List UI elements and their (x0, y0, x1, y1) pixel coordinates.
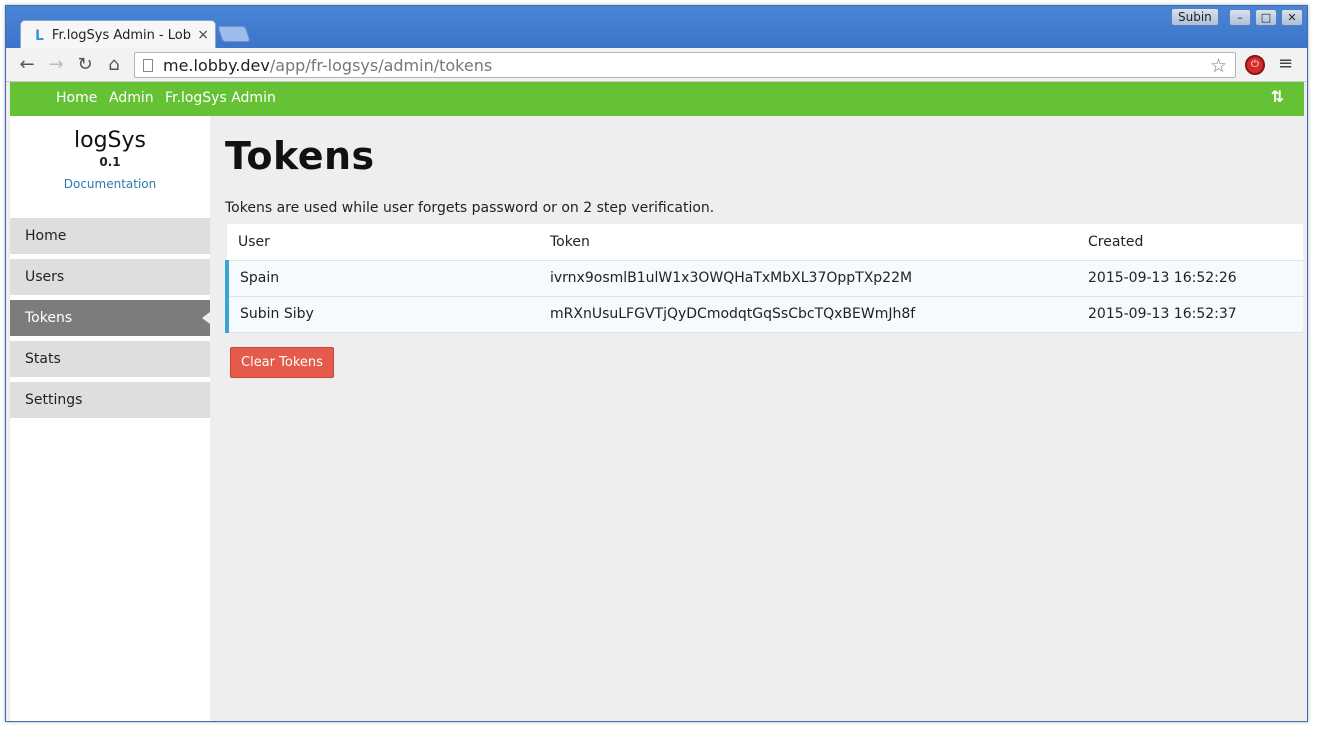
cell-created: 2015-09-13 16:52:26 (1088, 260, 1303, 297)
tab-title: Fr.logSys Admin - Lobby (51, 28, 192, 43)
sidebar: logSys 0.1 Documentation Home Users Toke… (10, 116, 210, 721)
sidebar-menu: Home Users Tokens Stats Settings (10, 218, 210, 423)
home-icon[interactable]: ⌂ (103, 54, 125, 76)
table-row: Spain ivrnx9osmlB1ulW1x3OWQHaTxMbXL37Opp… (225, 260, 1303, 297)
new-tab-button[interactable] (217, 26, 251, 42)
cell-token: mRXnUsuLFGVTjQyDCmodqtGqSsCbcTQxBEWmJh8f (550, 296, 1088, 333)
extension-icon[interactable]: ⏻ (1245, 55, 1265, 75)
browser-toolbar: ← → ↻ ⌂ me.lobby.dev/app/fr-logsys/admin… (6, 48, 1307, 82)
clear-tokens-button[interactable]: Clear Tokens (230, 347, 334, 378)
sidebar-item-users[interactable]: Users (10, 259, 210, 295)
brand: logSys 0.1 Documentation (10, 116, 210, 191)
documentation-link[interactable]: Documentation (10, 177, 210, 191)
browser-window: L Fr.logSys Admin - Lobby × Subin – □ ✕ … (5, 5, 1308, 722)
column-header-token: Token (550, 224, 1088, 261)
sidebar-item-home[interactable]: Home (10, 218, 210, 254)
cell-user: Spain (225, 260, 550, 297)
sidebar-item-settings[interactable]: Settings (10, 382, 210, 418)
table-row: Subin Siby mRXnUsuLFGVTjQyDCmodqtGqSsCbc… (225, 296, 1303, 333)
table-header-row: User Token Created (227, 224, 1303, 261)
back-icon[interactable]: ← (16, 54, 38, 76)
minimize-button[interactable]: – (1229, 9, 1251, 26)
main-content: Tokens Tokens are used while user forget… (225, 116, 1303, 378)
forward-icon[interactable]: → (45, 54, 67, 76)
cell-token: ivrnx9osmlB1ulW1x3OWQHaTxMbXL37OppTXp22M (550, 260, 1088, 297)
sidebar-item-tokens[interactable]: Tokens (10, 300, 210, 336)
sidebar-item-stats[interactable]: Stats (10, 341, 210, 377)
cell-created: 2015-09-13 16:52:37 (1088, 296, 1303, 333)
page-description: Tokens are used while user forgets passw… (225, 200, 715, 216)
app-name: logSys (74, 128, 146, 153)
sync-icon[interactable]: ⇅ (1271, 87, 1284, 106)
column-header-user: User (227, 224, 550, 261)
browser-tab[interactable]: L Fr.logSys Admin - Lobby × (20, 20, 216, 50)
url-host: me.lobby.dev (163, 55, 270, 75)
maximize-button[interactable]: □ (1255, 9, 1277, 26)
address-bar[interactable]: me.lobby.dev/app/fr-logsys/admin/tokens … (134, 52, 1236, 78)
url-path: /app/fr-logsys/admin/tokens (269, 55, 493, 75)
column-header-created: Created (1088, 224, 1303, 261)
star-icon[interactable]: ☆ (1210, 55, 1227, 77)
title-bar: L Fr.logSys Admin - Lobby × Subin – □ ✕ (6, 6, 1307, 50)
close-window-button[interactable]: ✕ (1281, 9, 1303, 26)
page-icon (143, 58, 153, 72)
nav-link-home[interactable]: Home (56, 82, 97, 114)
page-title: Tokens (225, 134, 375, 178)
favicon-icon: L (35, 27, 44, 44)
nav-link-logsys-admin[interactable]: Fr.logSys Admin (165, 82, 276, 114)
profile-button[interactable]: Subin (1171, 8, 1219, 26)
tokens-table: User Token Created Spain ivrnx9osmlB1ulW… (225, 224, 1303, 333)
reload-icon[interactable]: ↻ (74, 54, 96, 76)
app-version: 0.1 (99, 155, 121, 169)
app-navbar: Home Admin Fr.logSys Admin ⇅ (10, 82, 1304, 116)
tab-close-icon[interactable]: × (197, 27, 209, 43)
cell-user: Subin Siby (225, 296, 550, 333)
nav-link-admin[interactable]: Admin (109, 82, 154, 114)
menu-icon[interactable]: ≡ (1278, 55, 1294, 73)
